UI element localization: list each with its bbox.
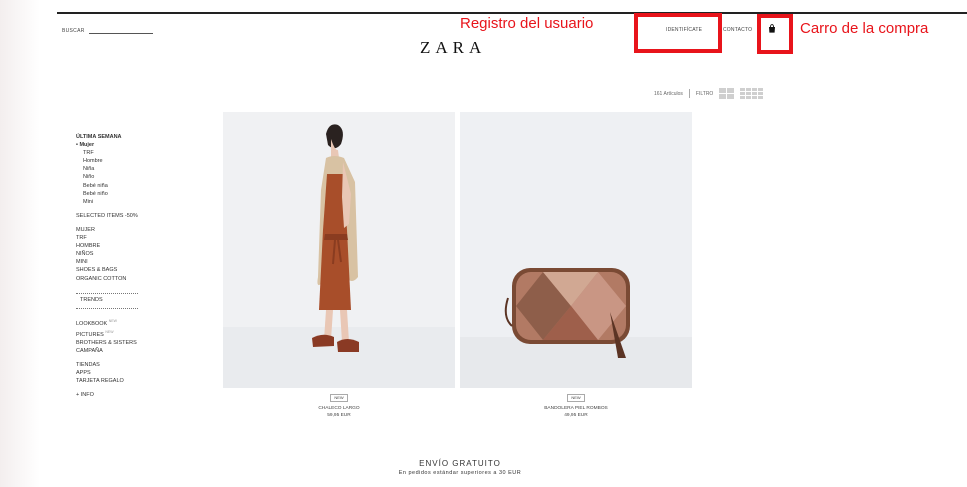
product-price: 49,95 EUR: [564, 413, 588, 418]
bag-photo: [460, 268, 692, 388]
sidebar-item-ninos[interactable]: NIÑOS: [76, 250, 196, 258]
grid-large-view-icon[interactable]: [719, 88, 735, 99]
sidebar-divider: [76, 292, 138, 294]
sidebar-item-mini[interactable]: MINI: [76, 258, 196, 266]
page-background-fade: [0, 0, 40, 487]
sidebar-item-hombre[interactable]: HOMBRE: [76, 242, 196, 250]
sidebar-item-selected-items[interactable]: SELECTED ITEMS -50%: [76, 212, 196, 220]
sidebar-subitem-mini[interactable]: Mini: [76, 198, 196, 206]
model-photo: [223, 124, 455, 388]
sidebar-item-pictures[interactable]: PICTURES NEW: [76, 328, 196, 339]
free-shipping-banner: ENVÍO GRATUITO En pedidos estándar super…: [300, 459, 620, 476]
sidebar-item-campana[interactable]: CAMPAÑA: [76, 347, 196, 355]
sidebar-subitem-bebe-nina[interactable]: Bebé niña: [76, 182, 196, 190]
new-tag: NEW: [105, 329, 114, 334]
sidebar-item-apps[interactable]: APPS: [76, 369, 196, 377]
sidebar-item-info[interactable]: + INFO: [76, 391, 196, 399]
sidebar-item-lookbook[interactable]: LOOKBOOK NEW: [76, 317, 196, 328]
sidebar-item-brothers-sisters[interactable]: BROTHERS & SISTERS: [76, 339, 196, 347]
free-shipping-title: ENVÍO GRATUITO: [419, 459, 501, 468]
sidebar-subitem-hombre[interactable]: Hombre: [76, 157, 196, 165]
contacto-link[interactable]: CONTACTO: [723, 27, 752, 33]
sidebar-item-trends[interactable]: TRENDS: [76, 296, 196, 304]
sidebar-subitem-trf[interactable]: TRF: [76, 149, 196, 157]
annotation-label-user-registration: Registro del usuario: [460, 15, 594, 32]
new-badge: NEW: [567, 394, 585, 402]
sidebar-subitem-nino[interactable]: Niño: [76, 173, 196, 181]
header-top-rule: [57, 12, 967, 14]
product-caption-chaleco[interactable]: NEW CHALECO LARGO 59,95 EUR: [223, 394, 455, 419]
search-input[interactable]: [88, 26, 153, 34]
sidebar-subitem-bebe-nino[interactable]: Bebé niño: [76, 190, 196, 198]
product-price: 59,95 EUR: [327, 413, 351, 418]
sidebar-item-label: PICTURES: [76, 331, 104, 338]
sidebar-item-shoes-bags[interactable]: SHOES & BAGS: [76, 266, 196, 274]
sidebar-divider: [76, 307, 138, 309]
sidebar-item-tiendas[interactable]: TIENDAS: [76, 361, 196, 369]
category-sidebar: ÚLTIMA SEMANA • Mujer TRF Hombre Niña Ni…: [76, 133, 196, 399]
grid-small-view-icon[interactable]: [740, 88, 764, 99]
sidebar-item-organic-cotton[interactable]: ORGANIC COTTON: [76, 275, 196, 283]
sidebar-item-trf[interactable]: TRF: [76, 234, 196, 242]
product-image-bandolera-piel-rombos[interactable]: [460, 112, 692, 388]
annotation-box-cart: [757, 14, 793, 54]
sidebar-subitem-nina[interactable]: Niña: [76, 165, 196, 173]
product-name: CHALECO LARGO: [318, 406, 360, 411]
sidebar-heading: ÚLTIMA SEMANA: [76, 134, 122, 140]
search-bar[interactable]: BUSCAR: [62, 26, 153, 34]
article-count: 161 Artículos: [654, 90, 683, 97]
filter-button[interactable]: FILTRO: [696, 91, 713, 97]
sidebar-item-label: LOOKBOOK: [76, 320, 108, 327]
sidebar-item-mujer-active[interactable]: • Mujer: [76, 141, 196, 149]
sidebar-item-tarjeta-regalo[interactable]: TARJETA REGALO: [76, 377, 196, 385]
product-caption-bandolera[interactable]: NEW BANDOLERA PIEL ROMBOS 49,95 EUR: [460, 394, 692, 419]
toolbar-divider: [688, 89, 690, 98]
annotation-label-cart: Carro de la compra: [800, 20, 929, 37]
annotation-box-user-registration: [634, 13, 722, 53]
sidebar-item-mujer[interactable]: MUJER: [76, 226, 196, 234]
free-shipping-subtitle: En pedidos estándar superiores a 30 EUR: [398, 470, 522, 476]
new-tag: NEW: [108, 318, 117, 323]
listing-toolbar: 161 Artículos FILTRO: [654, 88, 764, 99]
product-name: BANDOLERA PIEL ROMBOS: [544, 406, 608, 411]
product-image-chaleco-largo[interactable]: [223, 112, 455, 388]
new-badge: NEW: [330, 394, 348, 402]
zara-logo[interactable]: ZARA: [420, 38, 486, 58]
search-label: BUSCAR: [62, 28, 85, 34]
